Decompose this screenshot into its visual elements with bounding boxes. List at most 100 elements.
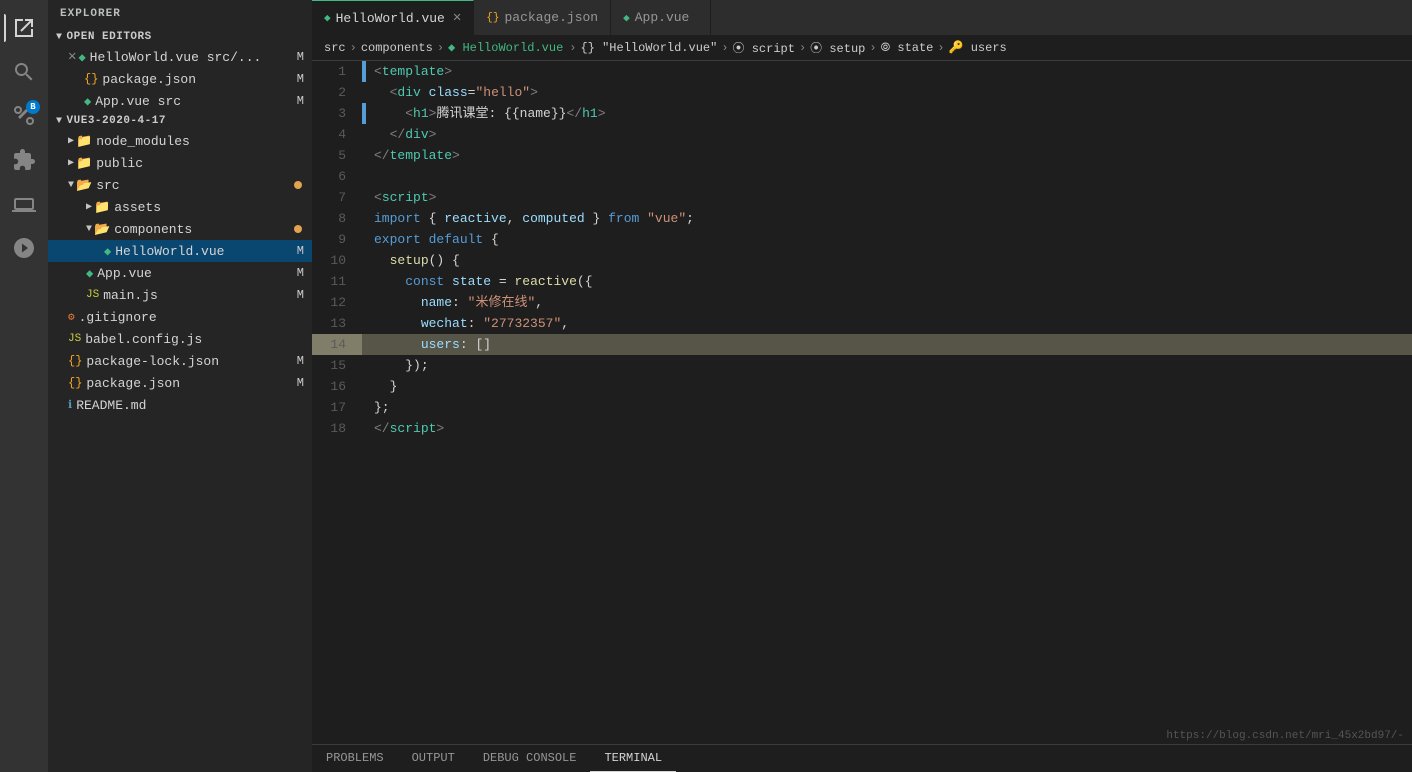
json-icon: {} bbox=[68, 376, 82, 390]
code-line-6: 6 bbox=[312, 166, 1412, 187]
sidebar: EXPLORER ▼ OPEN EDITORS ✕ ◆ HelloWorld.v… bbox=[48, 0, 312, 772]
project-chevron: ▼ bbox=[56, 116, 63, 127]
line-content-15: }); bbox=[366, 355, 1412, 376]
extensions-icon[interactable] bbox=[4, 140, 44, 180]
file-tree: ▶ 📁 node_modules ▶ 📁 public ▼ 📂 src ▶ 📁 … bbox=[48, 130, 312, 772]
tree-public[interactable]: ▶ 📁 public bbox=[48, 152, 312, 174]
modified-badge: M bbox=[297, 354, 304, 368]
tree-readme[interactable]: ℹ README.md bbox=[48, 394, 312, 416]
code-line-18: 18 </script> bbox=[312, 418, 1412, 439]
tab-debug-console[interactable]: DEBUG CONSOLE bbox=[469, 745, 591, 772]
code-editor[interactable]: 1 <template> 2 <div class="hello"> 3 <h1… bbox=[312, 61, 1412, 744]
breadcrumb-helloworldvue-str[interactable]: {} "HelloWorld.vue" bbox=[580, 41, 717, 55]
line-num-12: 12 bbox=[312, 292, 362, 313]
tab-close-icon[interactable]: ✕ bbox=[453, 11, 461, 25]
modified-badge-0: M bbox=[297, 50, 304, 64]
line-num-1: 1 bbox=[312, 61, 362, 82]
line-num-3: 3 bbox=[312, 103, 362, 124]
line-content-7: <script> bbox=[366, 187, 1412, 208]
close-icon-0[interactable]: ✕ bbox=[68, 50, 76, 64]
line-content-6 bbox=[366, 166, 1412, 187]
line-content-4: </div> bbox=[366, 124, 1412, 145]
folder-icon: 📂 bbox=[76, 178, 92, 193]
open-editor-item-1[interactable]: {} package.json M bbox=[48, 68, 312, 90]
appvue-label: App.vue bbox=[97, 266, 152, 281]
tree-packagejson[interactable]: {} package.json M bbox=[48, 372, 312, 394]
debug-icon[interactable] bbox=[4, 184, 44, 224]
tab-terminal[interactable]: TERMINAL bbox=[590, 745, 676, 772]
modified-badge: M bbox=[297, 376, 304, 390]
open-editor-name-0: HelloWorld.vue src/... bbox=[90, 50, 262, 65]
line-num-13: 13 bbox=[312, 313, 362, 334]
tree-gitignore[interactable]: ⚙ .gitignore bbox=[48, 306, 312, 328]
line-content-9: export default { bbox=[366, 229, 1412, 250]
tree-components[interactable]: ▼ 📂 components bbox=[48, 218, 312, 240]
open-editors-chevron: ▼ bbox=[56, 32, 63, 43]
remote-icon[interactable] bbox=[4, 228, 44, 268]
line-num-5: 5 bbox=[312, 145, 362, 166]
breadcrumb-state[interactable]: ⦾ state bbox=[881, 41, 934, 55]
folder-icon: 📁 bbox=[76, 156, 92, 171]
vue-icon-0: ◆ bbox=[78, 50, 85, 65]
tree-helloworldvue[interactable]: ◆ HelloWorld.vue M bbox=[48, 240, 312, 262]
breadcrumb-components[interactable]: components bbox=[361, 41, 433, 55]
terminal-label: TERMINAL bbox=[604, 751, 662, 765]
vue-tab-icon-2: ◆ bbox=[623, 11, 630, 25]
breadcrumb-sep-0: › bbox=[350, 41, 357, 55]
vue-icon-2: ◆ bbox=[84, 94, 91, 109]
explorer-icon[interactable] bbox=[4, 8, 44, 48]
open-editor-item-2[interactable]: ◆ App.vue src M bbox=[48, 90, 312, 112]
breadcrumb-sep-5: › bbox=[869, 41, 876, 55]
tree-src[interactable]: ▼ 📂 src bbox=[48, 174, 312, 196]
tab-packagejson[interactable]: {} package.json bbox=[474, 0, 611, 35]
line-num-11: 11 bbox=[312, 271, 362, 292]
breadcrumb-users[interactable]: 🔑 users bbox=[949, 40, 1007, 55]
breadcrumb-src[interactable]: src bbox=[324, 41, 346, 55]
tree-babel[interactable]: JS babel.config.js bbox=[48, 328, 312, 350]
open-editor-item-0[interactable]: ✕ ◆ HelloWorld.vue src/... M bbox=[48, 46, 312, 68]
code-line-7: 7 <script> bbox=[312, 187, 1412, 208]
chevron-icon: ▶ bbox=[68, 135, 74, 147]
tab-problems[interactable]: PROBLEMS bbox=[312, 745, 398, 772]
source-control-icon[interactable]: B bbox=[4, 96, 44, 136]
line-num-7: 7 bbox=[312, 187, 362, 208]
code-line-2: 2 <div class="hello"> bbox=[312, 82, 1412, 103]
code-line-13: 13 wechat: "27732357", bbox=[312, 313, 1412, 334]
breadcrumb-setup[interactable]: ⦿ setup bbox=[810, 39, 865, 56]
chevron-icon: ▼ bbox=[86, 224, 92, 235]
project-section[interactable]: ▼ VUE3-2020-4-17 bbox=[48, 112, 312, 130]
tab-helloworldvue[interactable]: ◆ HelloWorld.vue ✕ bbox=[312, 0, 474, 35]
tab-label-1: package.json bbox=[504, 10, 598, 25]
editor-area: ◆ HelloWorld.vue ✕ {} package.json ◆ App… bbox=[312, 0, 1412, 772]
line-content-14: users: [] bbox=[366, 334, 1412, 355]
tab-appvue[interactable]: ◆ App.vue bbox=[611, 0, 711, 35]
tree-appvue[interactable]: ◆ App.vue M bbox=[48, 262, 312, 284]
babel-label: babel.config.js bbox=[85, 332, 202, 347]
line-num-9: 9 bbox=[312, 229, 362, 250]
tree-node-modules[interactable]: ▶ 📁 node_modules bbox=[48, 130, 312, 152]
bottom-tabs: PROBLEMS OUTPUT DEBUG CONSOLE TERMINAL bbox=[312, 744, 1412, 772]
open-editors-section[interactable]: ▼ OPEN EDITORS bbox=[48, 28, 312, 46]
output-label: OUTPUT bbox=[412, 751, 455, 765]
search-icon[interactable] bbox=[4, 52, 44, 92]
tree-packagelock[interactable]: {} package-lock.json M bbox=[48, 350, 312, 372]
vue-icon: ◆ bbox=[86, 266, 93, 281]
code-line-10: 10 setup() { bbox=[312, 250, 1412, 271]
tab-output[interactable]: OUTPUT bbox=[398, 745, 469, 772]
code-line-11: 11 const state = reactive({ bbox=[312, 271, 1412, 292]
breadcrumb-sep-6: › bbox=[937, 41, 944, 55]
breadcrumb-helloworldvue[interactable]: ◆ HelloWorld.vue bbox=[448, 40, 563, 55]
line-num-14: 14 bbox=[312, 334, 362, 355]
modified-badge: M bbox=[297, 244, 304, 258]
helloworldvue-label: HelloWorld.vue bbox=[115, 244, 224, 259]
breadcrumb-sep-4: › bbox=[799, 41, 806, 55]
tree-mainjs[interactable]: JS main.js M bbox=[48, 284, 312, 306]
breadcrumb-script[interactable]: ⦿ script bbox=[733, 39, 795, 56]
line-num-6: 6 bbox=[312, 166, 362, 187]
modified-dot bbox=[294, 225, 302, 233]
modified-dot bbox=[294, 181, 302, 189]
line-num-18: 18 bbox=[312, 418, 362, 439]
line-content-16: } bbox=[366, 376, 1412, 397]
tree-assets[interactable]: ▶ 📁 assets bbox=[48, 196, 312, 218]
json-tab-icon: {} bbox=[486, 12, 499, 24]
